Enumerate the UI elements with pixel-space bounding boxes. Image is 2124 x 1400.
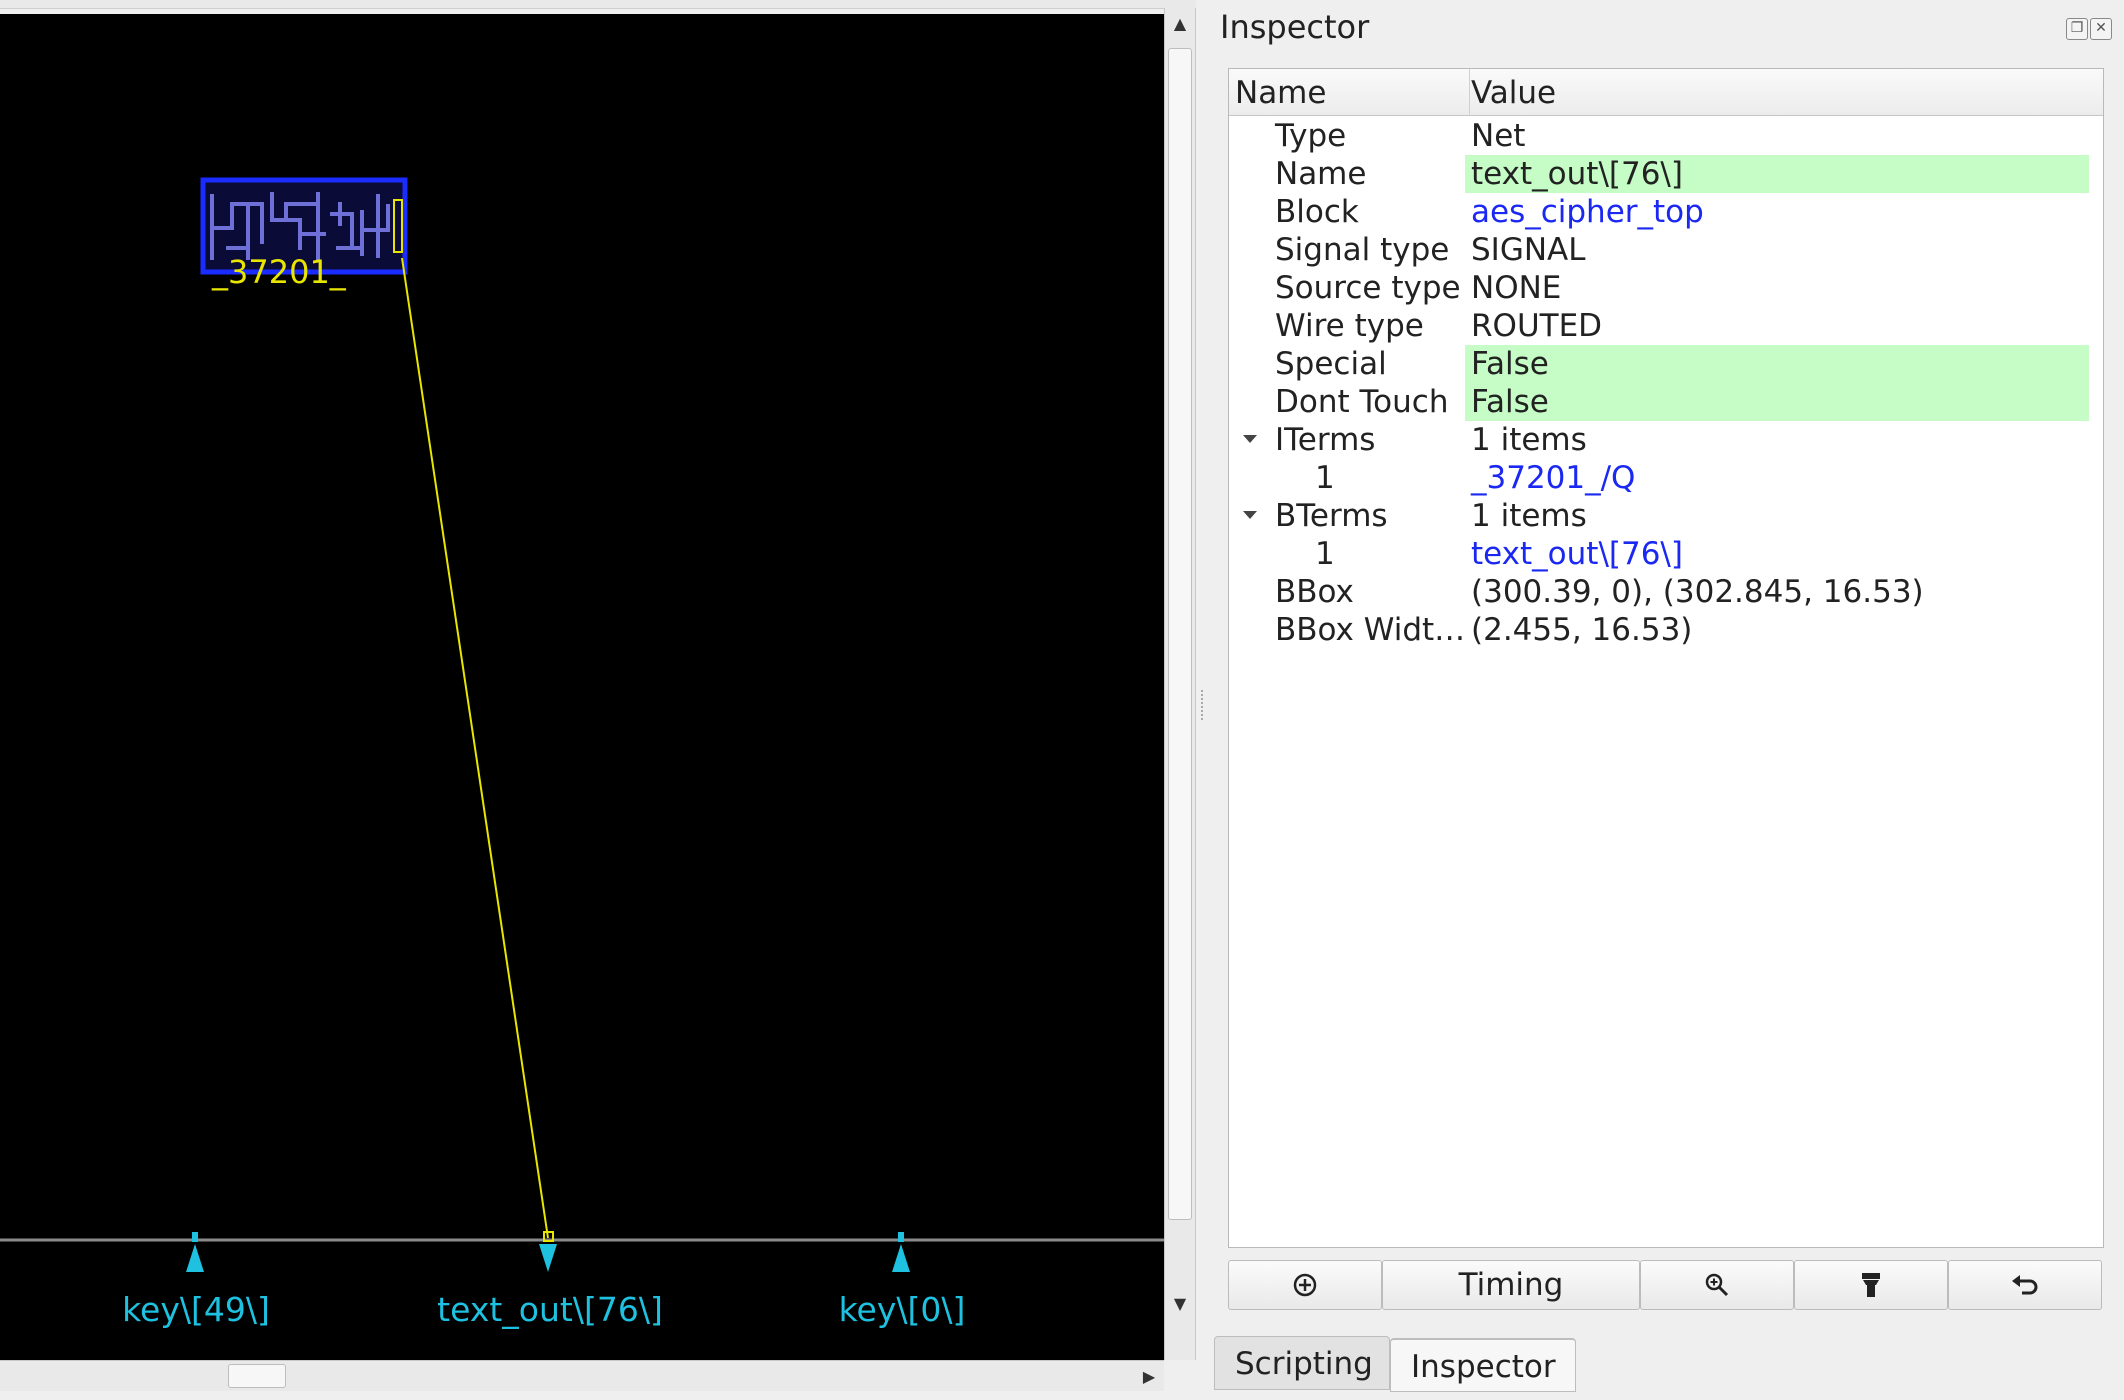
property-value: 1 items [1471, 498, 1587, 534]
property-row-type[interactable]: Type Net [1229, 117, 2103, 155]
tab-scripting[interactable]: Scripting [1214, 1336, 1390, 1390]
pin-key-0[interactable] [892, 1232, 910, 1272]
bterm-link[interactable]: text_out\[76\] [1465, 535, 2089, 573]
property-value: SIGNAL [1471, 232, 1586, 268]
property-index: 1 [1315, 460, 1335, 496]
pin-label-key-0: key\[0\] [838, 1290, 966, 1329]
property-name: Block [1275, 194, 1359, 230]
property-name: Wire type [1275, 308, 1424, 344]
property-row-special[interactable]: Special False [1229, 345, 2103, 383]
add-highlight-button[interactable] [1228, 1260, 1382, 1310]
property-row-name[interactable]: Name text_out\[76\] [1229, 155, 2103, 193]
property-name: Source type [1275, 270, 1461, 306]
inspector-toolbar: Timing [1228, 1260, 2102, 1310]
property-name: Dont Touch [1275, 384, 1449, 420]
property-value: 1 items [1471, 422, 1587, 458]
property-name: BTerms [1275, 498, 1388, 534]
property-name: ITerms [1275, 422, 1376, 458]
layout-horizontal-scrollbar[interactable]: ▶ [0, 1360, 1164, 1391]
property-value-editable[interactable]: text_out\[76\] [1465, 155, 2089, 193]
collapse-arrow-icon[interactable] [1243, 435, 1257, 443]
zoom-to-button[interactable] [1640, 1260, 1794, 1310]
property-value-editable[interactable]: False [1465, 345, 2089, 383]
property-rows: Type Net Name text_out\[76\] Block aes_c… [1229, 117, 2103, 649]
property-row-block[interactable]: Block aes_cipher_top [1229, 193, 2103, 231]
scroll-right-icon[interactable]: ▶ [1134, 1361, 1164, 1391]
property-name: Signal type [1275, 232, 1450, 268]
property-row-source-type[interactable]: Source type NONE [1229, 269, 2103, 307]
scroll-down-icon[interactable]: ▼ [1165, 1288, 1195, 1318]
header-corner [2085, 69, 2103, 115]
undo-button[interactable] [1948, 1260, 2102, 1310]
splitter-grip[interactable] [1201, 690, 1205, 720]
property-index: 1 [1315, 536, 1335, 572]
window-top-edge [0, 0, 1196, 9]
iterm-link[interactable]: _37201_/Q [1465, 459, 2089, 497]
dock-title: Inspector [1220, 8, 1370, 46]
cell-label: _37201_ [212, 253, 346, 291]
inspector-dock: Inspector ❐ ✕ Name Value Type Net Name t… [1210, 0, 2124, 1400]
property-name: Name [1275, 156, 1367, 192]
scroll-up-icon[interactable]: ▲ [1165, 8, 1195, 38]
property-row-bbox[interactable]: BBox (300.39, 0), (302.845, 16.53) [1229, 573, 2103, 611]
block-link[interactable]: aes_cipher_top [1465, 193, 2089, 231]
layout-vertical-scrollbar[interactable]: ▲ ▼ [1164, 8, 1196, 1360]
property-row-signal-type[interactable]: Signal type SIGNAL [1229, 231, 2103, 269]
close-icon[interactable]: ✕ [2090, 18, 2112, 40]
property-name: Type [1275, 118, 1347, 154]
property-row-dont-touch[interactable]: Dont Touch False [1229, 383, 2103, 421]
property-value: NONE [1471, 270, 1562, 306]
hscroll-thumb[interactable] [228, 1364, 286, 1388]
pin-body [898, 1232, 904, 1242]
add-highlight-icon [1293, 1273, 1317, 1297]
pin-label-text-out-76: text_out\[76\] [437, 1290, 663, 1329]
property-row-bterms[interactable]: BTerms 1 items [1229, 497, 2103, 535]
zoom-in-icon [1705, 1273, 1729, 1297]
tab-inspector[interactable]: Inspector [1390, 1338, 1576, 1392]
flashlight-icon [1862, 1273, 1880, 1297]
inspector-tree[interactable]: Name Value Type Net Name text_out\[76\] … [1228, 68, 2104, 1248]
property-value: (300.39, 0), (302.845, 16.53) [1471, 574, 1924, 610]
float-window-icon[interactable]: ❐ [2066, 18, 2088, 40]
dock-tab-bar: Scripting Inspector [1210, 1334, 2124, 1400]
layout-viewer[interactable]: _37201_ key\[49\] text_out\[76\] key\[0\… [0, 14, 1164, 1360]
property-row-bbox-width[interactable]: BBox Widt… (2.455, 16.53) [1229, 611, 2103, 649]
property-row-iterm-1[interactable]: 1 _37201_/Q [1229, 459, 2103, 497]
property-row-bterm-1[interactable]: 1 text_out\[76\] [1229, 535, 2103, 573]
property-row-wire-type[interactable]: Wire type ROUTED [1229, 307, 2103, 345]
focus-button[interactable] [1794, 1260, 1948, 1310]
pin-arrow [186, 1244, 204, 1272]
column-header-name[interactable]: Name [1229, 69, 1470, 115]
pin-key-49[interactable] [186, 1232, 204, 1272]
pin-label-key-49: key\[49\] [122, 1290, 270, 1329]
layout-canvas[interactable] [0, 14, 1164, 1360]
property-name: BBox Widt… [1275, 612, 1466, 648]
scroll-thumb[interactable] [1168, 48, 1192, 1220]
tree-header: Name Value [1229, 69, 2103, 116]
timing-button[interactable]: Timing [1382, 1260, 1640, 1310]
property-value-editable[interactable]: False [1465, 383, 2089, 421]
collapse-arrow-icon[interactable] [1243, 511, 1257, 519]
property-value: (2.455, 16.53) [1471, 612, 1693, 648]
property-value: ROUTED [1471, 308, 1603, 344]
net-text-out-76[interactable] [401, 257, 549, 1239]
property-value: Net [1471, 118, 1526, 154]
column-header-value[interactable]: Value [1465, 69, 2091, 115]
pin-arrow [892, 1244, 910, 1272]
property-row-iterms[interactable]: ITerms 1 items [1229, 421, 2103, 459]
property-name: BBox [1275, 574, 1354, 610]
panel-splitter[interactable] [1196, 0, 1210, 1400]
property-name: Special [1275, 346, 1387, 382]
undo-icon [2012, 1275, 2038, 1295]
pin-body [192, 1232, 198, 1242]
pin-arrow [539, 1244, 557, 1272]
